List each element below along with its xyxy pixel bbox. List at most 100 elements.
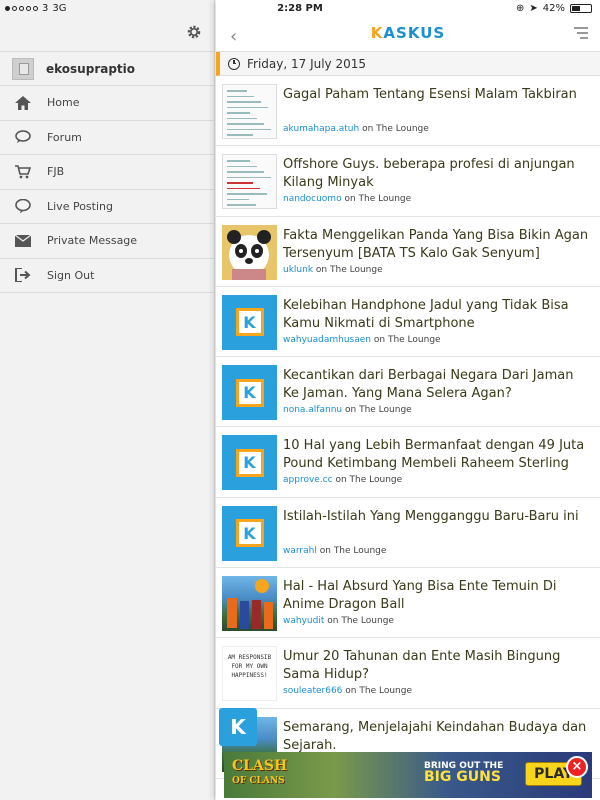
speech-bubble-icon — [14, 197, 32, 215]
filter-icon[interactable] — [574, 26, 588, 40]
thread-forum-name[interactable]: The Lounge — [376, 124, 429, 134]
thread-on-label: on — [335, 475, 347, 486]
thread-thumbnail: K — [222, 505, 277, 561]
thread-on-label: on — [362, 124, 374, 134]
orientation-lock-icon: ⊕ — [515, 3, 525, 14]
thread-thumbnail: AM RESPONSIB FOR MY OWN HAPPINESS! — [222, 646, 277, 702]
sidebar-item-live-posting[interactable]: Live Posting — [0, 190, 214, 224]
thread-item[interactable]: Offshore Guys. beberapa profesi di anjun… — [216, 146, 600, 217]
ad-brand: CLASH OF CLANS — [232, 758, 288, 786]
thread-forum-name[interactable]: The Lounge — [359, 686, 412, 696]
thread-item[interactable]: K 10 Hal yang Lebih Bermanfaat dengan 49 … — [216, 427, 600, 498]
thread-forum-name[interactable]: The Lounge — [359, 194, 412, 204]
sidebar-item-label: Home — [47, 96, 80, 110]
main-panel: ‹ KASKUS Friday, 17 July 2015 Gagal Paha… — [216, 0, 600, 800]
date-label: Friday, 17 July 2015 — [247, 56, 367, 71]
thread-on-label: on — [315, 264, 328, 275]
thread-on-label: on — [373, 334, 386, 345]
status-right: ⊕ ➤ 42% — [516, 3, 592, 14]
thread-thumbnail — [222, 154, 277, 210]
sidebar-user[interactable]: ekosupraptio — [0, 52, 214, 86]
thread-author-link[interactable]: nona.alfannu — [283, 405, 342, 415]
thread-author-link[interactable]: souleater666 — [283, 686, 342, 696]
thread-on-label: on — [327, 616, 339, 627]
ad-banner[interactable]: CLASH OF CLANS BRING OUT THE BIG GUNS PLAY… — [224, 752, 592, 798]
thread-thumbnail — [222, 224, 277, 280]
thread-author-link[interactable]: wahyuadamhusaen — [283, 335, 371, 345]
thread-on-label: on — [344, 194, 356, 205]
sidebar-item-label: Sign Out — [47, 268, 95, 282]
thread-on-label: on — [344, 405, 357, 416]
cart-icon — [14, 163, 32, 181]
thread-meta: akumahapa.atuh on The Lounge — [283, 124, 429, 134]
sidebar-item-label: Forum — [47, 130, 82, 144]
kaskus-fab-button[interactable]: K — [219, 708, 257, 746]
sidebar-item-fjb[interactable]: FJB — [0, 155, 214, 190]
thread-title[interactable]: Semarang, Menjelajahi Keindahan Budaya d… — [283, 719, 592, 755]
thread-forum-name[interactable]: The Lounge — [334, 546, 387, 556]
clock-icon — [228, 57, 240, 70]
thread-forum-name[interactable]: The Lounge — [330, 265, 383, 275]
clock-time: 2:28 PM — [277, 3, 323, 14]
sidebar: ekosupraptio Home Forum FJB Live Posting… — [0, 0, 215, 800]
thread-title[interactable]: Hal - Hal Absurd Yang Bisa Ente Temuin D… — [283, 578, 592, 614]
thread-title[interactable]: Kelebihan Handphone Jadul yang Tidak Bis… — [283, 297, 592, 333]
thread-forum-name[interactable]: The Lounge — [341, 616, 394, 626]
thread-author-link[interactable]: wahyudit — [283, 616, 324, 626]
sidebar-item-sign-out[interactable]: Sign Out — [0, 259, 214, 293]
thread-author-link[interactable]: warrahl — [283, 546, 317, 556]
thread-thumbnail: K — [222, 365, 277, 421]
sidebar-item-label: Private Message — [47, 234, 138, 248]
sign-out-icon — [14, 266, 32, 284]
thread-title[interactable]: Fakta Menggelikan Panda Yang Bisa Bikin … — [283, 227, 592, 263]
thread-meta: wahyudit on The Lounge — [283, 616, 394, 626]
thread-title[interactable]: Gagal Paham Tentang Esensi Malam Takbira… — [283, 86, 592, 104]
thread-item[interactable]: K Kelebihan Handphone Jadul yang Tidak Bi… — [216, 287, 600, 358]
thread-item[interactable]: Fakta Menggelikan Panda Yang Bisa Bikin … — [216, 217, 600, 287]
sidebar-item-home[interactable]: Home — [0, 86, 214, 121]
location-icon: ➤ — [529, 3, 538, 14]
thread-item[interactable]: K Istilah-Istilah Yang Mengganggu Baru-Ba… — [216, 498, 600, 569]
ad-close-button[interactable]: × — [566, 756, 588, 778]
thread-item[interactable]: Hal - Hal Absurd Yang Bisa Ente Temuin D… — [216, 568, 600, 639]
thread-item[interactable]: AM RESPONSIB FOR MY OWN HAPPINESS! Umur 20 … — [216, 638, 600, 709]
thread-meta: uklunk on The Lounge — [283, 265, 383, 275]
thread-thumbnail — [222, 84, 277, 139]
thread-meta: wahyuadamhusaen on The Lounge — [283, 335, 441, 345]
envelope-icon — [14, 232, 32, 250]
thread-title[interactable]: Umur 20 Tahunan dan Ente Masih Bingung S… — [283, 648, 592, 684]
thread-author-link[interactable]: uklunk — [283, 265, 313, 275]
kaskus-logo[interactable]: KASKUS — [216, 24, 600, 42]
thread-author-link[interactable]: approve.cc — [283, 475, 333, 485]
thread-title[interactable]: Kecantikan dari Berbagai Negara Dari Jam… — [283, 367, 592, 403]
thread-forum-name[interactable]: The Lounge — [350, 475, 403, 485]
thread-title[interactable]: 10 Hal yang Lebih Bermanfaat dengan 49 J… — [283, 437, 592, 473]
thread-thumbnail — [222, 576, 277, 632]
date-header: Friday, 17 July 2015 — [216, 52, 600, 76]
chat-bubble-icon — [14, 128, 32, 146]
thread-forum-name[interactable]: The Lounge — [388, 335, 441, 345]
thread-item[interactable]: K Kecantikan dari Berbagai Negara Dari Ja… — [216, 357, 600, 428]
thread-title[interactable]: Istilah-Istilah Yang Mengganggu Baru-Bar… — [283, 508, 592, 526]
thread-item[interactable]: Gagal Paham Tentang Esensi Malam Takbira… — [216, 76, 600, 147]
thread-meta: approve.cc on The Lounge — [283, 475, 402, 485]
sidebar-item-label: Live Posting — [47, 199, 113, 213]
thread-meta: souleater666 on The Lounge — [283, 686, 412, 696]
thread-on-label: on — [319, 545, 331, 556]
status-bar: 3 3G 2:28 PM ⊕ ➤ 42% — [0, 0, 600, 18]
gear-icon[interactable] — [186, 24, 202, 40]
thread-thumbnail: K — [222, 294, 277, 350]
battery-percent: 42% — [542, 3, 565, 14]
home-icon — [14, 94, 32, 112]
thread-author-link[interactable]: akumahapa.atuh — [283, 124, 359, 134]
thread-list: Gagal Paham Tentang Esensi Malam Takbira… — [216, 76, 600, 779]
thread-forum-name[interactable]: The Lounge — [359, 405, 412, 415]
sidebar-item-label: FJB — [47, 165, 65, 179]
thread-meta: nandocuomo on The Lounge — [283, 194, 411, 204]
thread-title[interactable]: Offshore Guys. beberapa profesi di anjun… — [283, 156, 592, 192]
sidebar-item-forum[interactable]: Forum — [0, 121, 214, 155]
thread-author-link[interactable]: nandocuomo — [283, 194, 342, 204]
thread-meta: nona.alfannu on The Lounge — [283, 405, 412, 415]
thread-meta: warrahl on The Lounge — [283, 546, 386, 556]
sidebar-item-private-message[interactable]: Private Message — [0, 224, 214, 259]
